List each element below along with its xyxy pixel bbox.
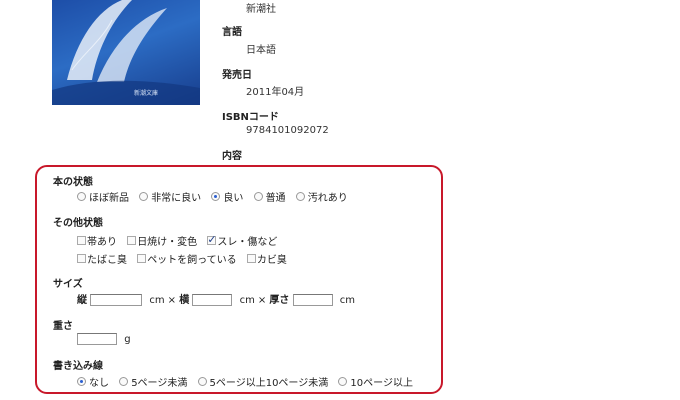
radio-button[interactable]	[295, 192, 305, 201]
radio-button-selected[interactable]	[211, 192, 221, 201]
radio-button-selected[interactable]	[77, 377, 86, 386]
weight-row: g	[77, 333, 134, 345]
weight-unit: g	[124, 334, 131, 345]
height-input[interactable]	[90, 294, 143, 306]
condition-option-1[interactable]: 非常に良い	[139, 189, 201, 204]
cover-label: 新潮文庫	[134, 90, 159, 97]
radio-button[interactable]	[139, 192, 149, 201]
release-label: 発売日	[222, 70, 252, 81]
other-checkbox-row-2: たばこ臭 ペットを飼っている カビ臭	[77, 251, 294, 266]
option-label: 普通	[265, 193, 286, 204]
condition-option-0[interactable]: ほぼ新品	[77, 189, 129, 204]
depth-input[interactable]	[292, 294, 333, 306]
option-label: ほぼ新品	[89, 193, 129, 204]
writing-option-3[interactable]: 10ページ以上	[338, 374, 413, 389]
option-label: なし	[89, 378, 109, 389]
option-label: 汚れあり	[307, 193, 348, 204]
option-label: 10ページ以上	[350, 378, 413, 389]
condition-option-4[interactable]: 汚れあり	[295, 189, 348, 204]
option-label: 5ページ以上10ページ未満	[209, 378, 329, 389]
radio-button[interactable]	[119, 377, 129, 386]
other-condition-title: その他状態	[53, 218, 103, 229]
depth-label: 厚さ	[269, 295, 290, 306]
radio-button[interactable]	[77, 192, 86, 201]
content-label: 内容	[222, 151, 242, 162]
writing-option-0[interactable]: なし	[77, 374, 109, 389]
checkbox[interactable]	[77, 254, 86, 263]
language-value: 日本語	[246, 45, 276, 56]
width-label: 横	[179, 295, 190, 306]
other-option-2[interactable]: スレ・傷など	[207, 233, 277, 248]
other-option-5[interactable]: カビ臭	[246, 251, 287, 266]
height-unit: cm	[149, 295, 165, 306]
option-label: 非常に良い	[151, 193, 202, 204]
radio-button[interactable]	[253, 192, 263, 201]
weight-input[interactable]	[77, 333, 117, 345]
isbn-value: 9784101092072	[246, 125, 329, 136]
width-input[interactable]	[192, 294, 233, 306]
other-option-1[interactable]: 日焼け・変色	[127, 233, 197, 248]
cover-art	[52, 0, 200, 105]
other-option-3[interactable]: たばこ臭	[77, 251, 127, 266]
book-cover-image: 新潮文庫	[52, 0, 200, 105]
writing-radio-group: なし 5ページ未満 5ページ以上10ページ未満 10ページ以上	[77, 374, 420, 389]
size-row: 縦 cm × 横 cm × 厚さ cm	[77, 291, 358, 306]
option-label: スレ・傷など	[217, 237, 278, 248]
checkbox[interactable]	[77, 236, 86, 245]
condition-option-2[interactable]: 良い	[211, 189, 243, 204]
radio-button[interactable]	[197, 377, 207, 386]
condition-radio-group: ほぼ新品 非常に良い 良い 普通 汚れあり	[77, 189, 355, 204]
checkbox[interactable]	[137, 254, 147, 263]
condition-form-panel: 本の状態 ほぼ新品 非常に良い 良い 普通 汚れあり その他状態 帯あり 日焼け…	[35, 165, 443, 394]
writing-option-2[interactable]: 5ページ以上10ページ未満	[197, 374, 329, 389]
option-label: たばこ臭	[87, 255, 127, 266]
option-label: カビ臭	[256, 255, 287, 266]
option-label: 良い	[223, 193, 244, 204]
option-label: 日焼け・変色	[137, 237, 198, 248]
writing-title: 書き込み線	[53, 361, 103, 372]
radio-button[interactable]	[338, 377, 348, 386]
width-unit: cm	[239, 295, 255, 306]
language-label: 言語	[222, 27, 242, 38]
option-label: ペットを飼っている	[147, 255, 237, 266]
condition-title: 本の状態	[53, 177, 93, 188]
size-title: サイズ	[53, 279, 83, 290]
checkbox[interactable]	[246, 254, 256, 263]
height-label: 縦	[77, 295, 87, 306]
weight-title: 重さ	[53, 321, 73, 332]
times-separator: ×	[167, 295, 177, 306]
other-checkbox-row-1: 帯あり 日焼け・変色 スレ・傷など	[77, 233, 284, 248]
release-value: 2011年04月	[246, 87, 305, 98]
writing-option-1[interactable]: 5ページ未満	[119, 374, 187, 389]
condition-option-3[interactable]: 普通	[253, 189, 286, 204]
publisher-value: 新潮社	[246, 4, 276, 15]
other-option-0[interactable]: 帯あり	[77, 233, 117, 248]
other-option-4[interactable]: ペットを飼っている	[137, 251, 237, 266]
checkbox[interactable]	[127, 236, 137, 245]
option-label: 5ページ未満	[131, 378, 188, 389]
option-label: 帯あり	[87, 237, 117, 248]
depth-unit: cm	[339, 295, 356, 306]
isbn-label: ISBNコード	[222, 112, 279, 123]
times-separator: ×	[257, 295, 267, 306]
checkbox-checked[interactable]	[207, 233, 217, 246]
